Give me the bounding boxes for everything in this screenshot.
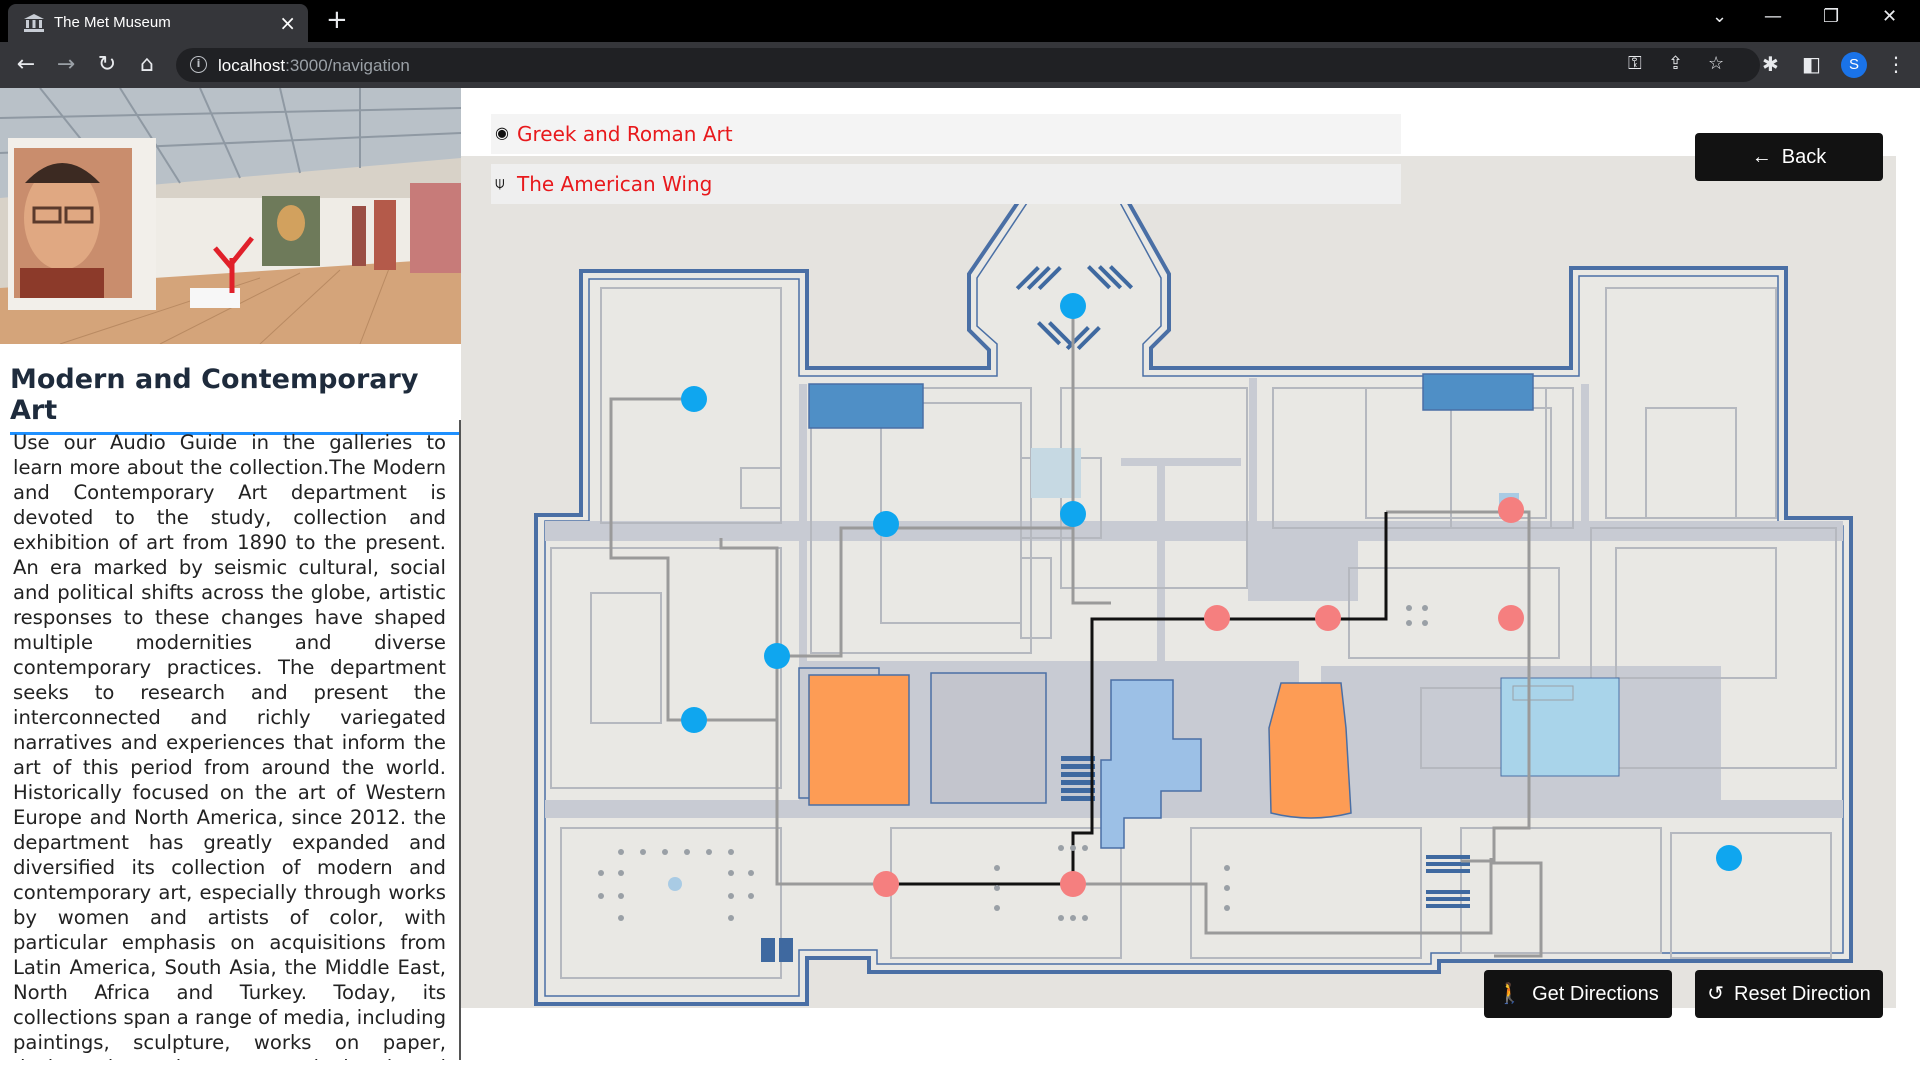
side-panel-icon[interactable]: ◧ bbox=[1802, 52, 1821, 76]
gallery-description: Use our Audio Guide in the galleries to … bbox=[13, 431, 447, 1060]
address-bar[interactable]: i localhost:3000/navigation ⚿ ⇪ ☆ bbox=[176, 48, 1760, 82]
extensions-icon[interactable]: ✱ bbox=[1762, 52, 1779, 76]
site-info-icon[interactable]: i bbox=[190, 56, 207, 73]
red-node-2 bbox=[1060, 871, 1086, 897]
red-node-4 bbox=[1315, 605, 1341, 631]
url-text: localhost:3000/navigation bbox=[218, 56, 410, 75]
arrow-left-icon: ← bbox=[1751, 146, 1772, 168]
back-button[interactable]: ← Back bbox=[1695, 133, 1883, 181]
share-icon[interactable]: ⇪ bbox=[1668, 53, 1683, 74]
gallery-info-panel: Modern and Contemporary Art Use our Audi… bbox=[0, 88, 461, 1060]
new-tab-icon[interactable]: + bbox=[326, 5, 348, 35]
blue-node bbox=[873, 511, 899, 537]
back-arrow-icon[interactable]: ← bbox=[12, 51, 40, 79]
home-icon[interactable]: ⌂ bbox=[133, 51, 161, 79]
floor-plan bbox=[534, 187, 1853, 1006]
red-node-3 bbox=[1204, 605, 1230, 631]
menu-icon[interactable]: ⋮ bbox=[1886, 52, 1906, 76]
museum-floor-map bbox=[534, 187, 1853, 1006]
tab-search-icon[interactable]: ⌄ bbox=[1712, 6, 1727, 27]
close-tab-icon[interactable]: × bbox=[279, 11, 296, 35]
museum-icon bbox=[24, 14, 44, 32]
get-directions-button[interactable]: 🚶 Get Directions bbox=[1484, 970, 1672, 1018]
blue-node bbox=[1060, 293, 1086, 319]
blue-node bbox=[681, 386, 707, 412]
red-node-5 bbox=[1498, 605, 1524, 631]
page: Modern and Contemporary Art Use our Audi… bbox=[0, 88, 1920, 1080]
gallery-photo bbox=[0, 88, 461, 344]
to-location-row[interactable]: ⍦ The American Wing bbox=[491, 164, 1401, 204]
bookmark-star-icon[interactable]: ☆ bbox=[1708, 53, 1724, 74]
close-window-icon[interactable]: ✕ bbox=[1882, 6, 1897, 27]
from-location: Greek and Roman Art bbox=[517, 122, 733, 146]
walking-person-icon: 🚶 bbox=[1497, 983, 1523, 1005]
destination-pin-icon: ⍦ bbox=[495, 173, 505, 192]
minimize-icon[interactable]: — bbox=[1764, 6, 1782, 27]
reset-direction-button[interactable]: ↺ Reset Direction bbox=[1695, 970, 1883, 1018]
origin-target-icon: ◉ bbox=[495, 123, 509, 142]
browser-tab-bar: The Met Museum × + ⌄ — ❐ ✕ bbox=[0, 0, 1920, 42]
browser-toolbar: ← → ↻ ⌂ i localhost:3000/navigation ⚿ ⇪ … bbox=[0, 42, 1920, 88]
restore-icon[interactable]: ❐ bbox=[1823, 6, 1839, 27]
reset-icon: ↺ bbox=[1707, 983, 1725, 1005]
description-scroll-area[interactable]: Use our Audio Guide in the galleries to … bbox=[0, 420, 461, 1060]
red-node-6 bbox=[1498, 497, 1524, 523]
blue-node bbox=[1060, 501, 1086, 527]
key-icon[interactable]: ⚿ bbox=[1628, 53, 1642, 74]
forward-arrow-icon[interactable]: → bbox=[52, 51, 80, 79]
blue-node bbox=[764, 643, 790, 669]
reload-icon[interactable]: ↻ bbox=[93, 51, 121, 79]
red-node-1 bbox=[873, 871, 899, 897]
profile-avatar[interactable]: S bbox=[1841, 52, 1867, 78]
tab-title: The Met Museum bbox=[54, 14, 171, 31]
blue-node bbox=[1716, 845, 1742, 871]
blue-node bbox=[681, 707, 707, 733]
browser-tab[interactable]: The Met Museum × bbox=[8, 4, 308, 42]
to-location: The American Wing bbox=[517, 172, 713, 196]
navigation-panel: ◉ Greek and Roman Art ⍦ The American Win… bbox=[461, 88, 1920, 1080]
from-location-row[interactable]: ◉ Greek and Roman Art bbox=[491, 114, 1401, 154]
